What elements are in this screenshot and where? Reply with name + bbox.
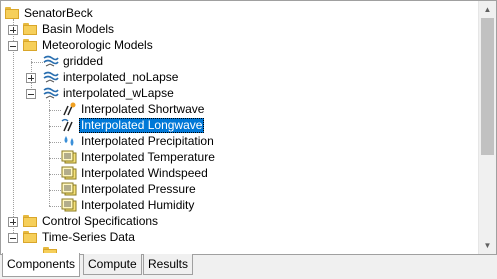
- tree-node-time-series-data[interactable]: Time-Series Data: [23, 229, 137, 245]
- folder-icon: [23, 215, 37, 227]
- shortwave-icon: [61, 102, 77, 116]
- node-label: Meteorologic Models: [42, 37, 153, 52]
- scroll-down-button[interactable]: ▼: [479, 237, 496, 254]
- vertical-scrollbar[interactable]: ▲ ▼: [478, 1, 496, 254]
- node-label: Interpolated Precipitation: [81, 133, 214, 148]
- folder-icon: [23, 231, 37, 243]
- tree-node-pressure[interactable]: Interpolated Pressure: [61, 181, 198, 197]
- component-tree: SenatorBeck Basin Models Meteorologic Mo…: [1, 1, 479, 254]
- tree-line: [49, 174, 61, 175]
- node-label: Interpolated Pressure: [81, 181, 196, 196]
- collapse-toggle[interactable]: [26, 89, 36, 99]
- node-label: Interpolated Windspeed: [81, 165, 208, 180]
- tree-node-windspeed[interactable]: Interpolated Windspeed: [61, 165, 210, 181]
- watershed-explorer-panel: SenatorBeck Basin Models Meteorologic Mo…: [0, 0, 497, 255]
- expand-toggle[interactable]: [8, 217, 18, 227]
- tree-node-meteorologic-models[interactable]: Meteorologic Models: [23, 37, 155, 53]
- node-label: Control Specifications: [42, 213, 159, 228]
- gage-table-icon: [61, 166, 77, 180]
- tree-line: [49, 158, 61, 159]
- node-label: Interpolated Temperature: [81, 149, 215, 164]
- gage-table-icon: [61, 198, 77, 212]
- folder-icon: [23, 23, 37, 35]
- tree-node-shortwave[interactable]: Interpolated Shortwave: [61, 101, 206, 117]
- folder-icon: [5, 7, 19, 19]
- tree-line: [49, 110, 61, 111]
- met-model-icon: [43, 54, 59, 68]
- collapse-toggle[interactable]: [8, 41, 18, 51]
- node-label: Basin Models: [42, 21, 115, 36]
- met-model-icon: [43, 86, 59, 100]
- tree-line: [49, 142, 61, 143]
- folder-icon: [23, 39, 37, 51]
- raindrop-icon: [61, 134, 77, 148]
- tree-line: [13, 19, 14, 241]
- node-label: Interpolated Longwave: [79, 117, 205, 133]
- tab-compute[interactable]: Compute: [83, 254, 142, 275]
- tree-line: [49, 126, 61, 127]
- tree-node-interpolated-wlapse[interactable]: interpolated_wLapse: [43, 85, 176, 101]
- tree-node-basin-models[interactable]: Basin Models: [23, 21, 116, 37]
- tree-node-humidity[interactable]: Interpolated Humidity: [61, 197, 196, 213]
- expand-toggle[interactable]: [26, 73, 36, 83]
- tree-node-control-specifications[interactable]: Control Specifications: [23, 213, 160, 229]
- tree-line: [49, 206, 61, 207]
- tab-components[interactable]: Components: [2, 253, 81, 277]
- gage-table-icon: [61, 150, 77, 164]
- node-label: gridded: [63, 53, 104, 68]
- tree-node-longwave[interactable]: Interpolated Longwave: [61, 117, 205, 133]
- gage-table-icon: [61, 182, 77, 196]
- tree-node-gridded[interactable]: gridded: [43, 53, 105, 69]
- collapse-toggle[interactable]: [8, 233, 18, 243]
- scroll-thumb[interactable]: [481, 18, 494, 155]
- explorer-tabs: Components Compute Results: [0, 253, 497, 279]
- node-label: SenatorBeck: [24, 5, 93, 20]
- scroll-up-button[interactable]: ▲: [479, 1, 496, 18]
- node-label: interpolated_noLapse: [63, 69, 179, 84]
- tree-line: [49, 190, 61, 191]
- tree-node-root[interactable]: SenatorBeck: [5, 5, 95, 21]
- node-label: Time-Series Data: [42, 229, 135, 244]
- tree-node-interpolated-nolapse[interactable]: interpolated_noLapse: [43, 69, 180, 85]
- met-model-icon: [43, 70, 59, 84]
- tree-node-precipitation[interactable]: Interpolated Precipitation: [61, 133, 216, 149]
- node-label: Interpolated Shortwave: [81, 101, 205, 116]
- tab-results[interactable]: Results: [143, 254, 194, 275]
- longwave-icon: [61, 118, 77, 132]
- tree-node-temperature[interactable]: Interpolated Temperature: [61, 149, 217, 165]
- node-label: interpolated_wLapse: [63, 85, 174, 100]
- node-label: Interpolated Humidity: [81, 197, 195, 212]
- expand-toggle[interactable]: [8, 25, 18, 35]
